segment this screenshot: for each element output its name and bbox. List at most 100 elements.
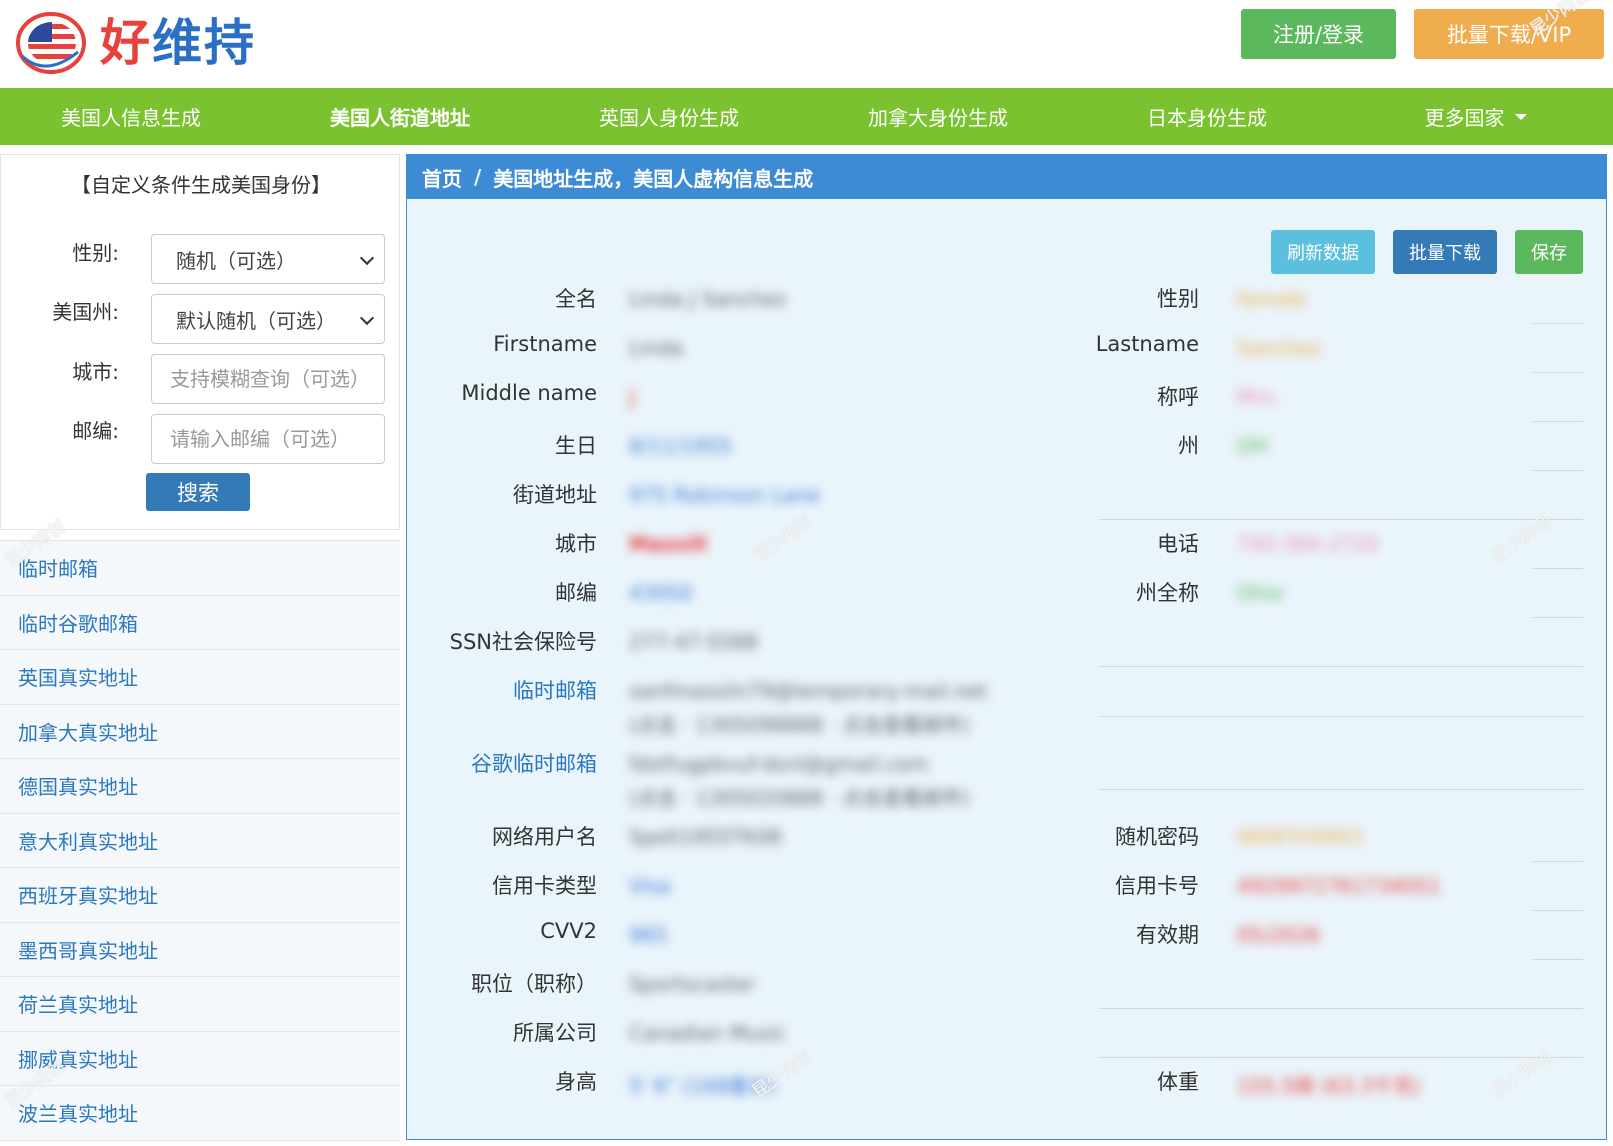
- nav-item-us-info[interactable]: 美国人信息生成: [0, 88, 262, 145]
- nav-item-uk-identity[interactable]: 英国人身份生成: [538, 88, 800, 145]
- phone-label: 电话: [1157, 532, 1199, 556]
- field-underline: [1533, 421, 1583, 422]
- job-value: Sportscaster: [629, 972, 756, 996]
- card-number-value: 4929972761734051: [1237, 874, 1441, 898]
- sidebar-link-list: 临时邮箱 临时谷歌邮箱 英国真实地址 加拿大真实地址 德国真实地址 意大利真实地…: [0, 540, 400, 1141]
- weight-label: 体重: [1157, 1070, 1199, 1094]
- watermark: 昆少网创: [1488, 511, 1557, 568]
- breadcrumb: 首页 / 美国地址生成，美国人虚构信息生成: [407, 155, 1606, 199]
- save-button[interactable]: 保存: [1515, 230, 1583, 274]
- nav-item-label: 日本身份生成: [1147, 106, 1267, 130]
- zip-field-label: 邮编: [555, 581, 597, 605]
- city-input[interactable]: [151, 354, 385, 404]
- nav-item-label: 美国人信息生成: [61, 106, 201, 130]
- username-value: Spelt1955TK08: [629, 825, 782, 849]
- company-label: 所属公司: [513, 1021, 597, 1045]
- weight-value: 155.5磅 (63.3千克): [1237, 1074, 1421, 1098]
- sidebar-item-poland-address[interactable]: 波兰真实地址: [0, 1086, 400, 1141]
- fullname-value: Linda J Sanchez: [629, 287, 787, 311]
- field-underline: [1099, 1008, 1583, 1009]
- birthday-value: 8/11/1955: [629, 434, 732, 458]
- card-type-label: 信用卡类型: [492, 874, 597, 898]
- state-select-value: 默认随机（可选）: [176, 308, 336, 333]
- state-select[interactable]: 默认随机（可选）: [151, 294, 385, 344]
- nav-item-us-street[interactable]: 美国人街道地址: [262, 88, 538, 145]
- sidebar-item-temp-gmail[interactable]: 临时谷歌邮箱: [0, 595, 400, 650]
- main-nav: 美国人信息生成 美国人街道地址 英国人身份生成 加拿大身份生成 日本身份生成 更…: [0, 88, 1613, 145]
- temp-email-link[interactable]: (点击 · 1305098888 · 点击查看邮件): [629, 709, 970, 738]
- site-logo[interactable]: 好维持: [16, 10, 256, 76]
- city-field-label: 城市: [555, 532, 597, 556]
- state-full-value: Ohio: [1237, 581, 1284, 605]
- city-value: Massill: [629, 532, 707, 556]
- sidebar-item-italy-address[interactable]: 意大利真实地址: [0, 813, 400, 868]
- chevron-down-icon: [359, 250, 375, 266]
- field-underline: [1533, 959, 1583, 960]
- card-number-label: 信用卡号: [1115, 874, 1199, 898]
- identity-result-panel: 首页 / 美国地址生成，美国人虚构信息生成 刷新数据 批量下载 保存 全名 Li…: [406, 154, 1607, 1140]
- search-panel-title: 【自定义条件生成美国身份】: [71, 173, 331, 197]
- field-underline: [1099, 716, 1583, 717]
- sidebar-item-temp-email[interactable]: 临时邮箱: [0, 541, 400, 596]
- field-underline: [1533, 861, 1583, 862]
- fullname-label: 全名: [555, 287, 597, 311]
- state-label: 美国州:: [52, 300, 119, 324]
- temp-email-value: sanfmassiln79@temporary-mail.net: [629, 679, 988, 703]
- sidebar-item-netherlands-address[interactable]: 荷兰真实地址: [0, 977, 400, 1032]
- sidebar-item-germany-address[interactable]: 德国真实地址: [0, 759, 400, 814]
- batch-download-vip-button[interactable]: 批量下载/VIP: [1414, 9, 1604, 59]
- firstname-value: Linda: [629, 336, 684, 360]
- street-label: 街道地址: [513, 483, 597, 507]
- phone-value: 740-384-2720: [1237, 532, 1379, 556]
- us-flag-logo-icon: [16, 12, 86, 74]
- field-underline: [1533, 470, 1583, 471]
- middlename-label: Middle name: [461, 381, 597, 405]
- nav-item-label: 英国人身份生成: [599, 106, 739, 130]
- gender-value: female: [1237, 287, 1306, 311]
- site-header: 好维持 注册/登录 批量下载/VIP 昆少网创: [0, 0, 1613, 88]
- middlename-value: J: [629, 385, 635, 409]
- nav-item-japan-identity[interactable]: 日本身份生成: [1076, 88, 1338, 145]
- batch-download-button[interactable]: 批量下载: [1393, 230, 1497, 274]
- nav-item-canada-identity[interactable]: 加拿大身份生成: [800, 88, 1076, 145]
- zip-input[interactable]: [151, 414, 385, 464]
- refresh-data-button[interactable]: 刷新数据: [1271, 230, 1375, 274]
- card-type-value: Visa: [629, 874, 671, 898]
- expiry-value: 05/2026: [1237, 923, 1321, 947]
- lastname-value: Sanchez: [1237, 336, 1322, 360]
- company-value: Canadian Music: [629, 1021, 787, 1045]
- temp-email-label[interactable]: 临时邮箱: [377, 675, 597, 705]
- watermark: 昆少网创: [1488, 1046, 1557, 1103]
- sidebar-item-mexico-address[interactable]: 墨西哥真实地址: [0, 922, 400, 977]
- sidebar-item-canada-address[interactable]: 加拿大真实地址: [0, 704, 400, 759]
- caret-down-icon: [1514, 113, 1527, 120]
- title-value: Mrs.: [1237, 385, 1280, 409]
- username-label: 网络用户名: [492, 825, 597, 849]
- gender-label: 性别:: [72, 241, 119, 265]
- sidebar-item-spain-address[interactable]: 西班牙真实地址: [0, 868, 400, 923]
- search-button[interactable]: 搜索: [146, 473, 250, 511]
- logo-text-part2: 维持: [152, 14, 256, 72]
- google-email-label[interactable]: 谷歌临时邮箱: [377, 748, 597, 778]
- breadcrumb-current: 美国地址生成，美国人虚构信息生成: [493, 166, 814, 191]
- field-underline: [1533, 568, 1583, 569]
- nav-item-more-countries[interactable]: 更多国家: [1338, 88, 1613, 145]
- logo-text: 好维持: [100, 18, 256, 68]
- nav-item-label: 加拿大身份生成: [868, 106, 1008, 130]
- chevron-down-icon: [359, 310, 375, 326]
- field-underline: [1533, 372, 1583, 373]
- gender-select[interactable]: 随机（可选）: [151, 234, 385, 284]
- sidebar-item-uk-address[interactable]: 英国真实地址: [0, 650, 400, 705]
- nav-item-label: 美国人街道地址: [330, 106, 470, 130]
- login-register-button[interactable]: 注册/登录: [1241, 9, 1396, 59]
- cvv-label: CVV2: [540, 919, 597, 943]
- state-full-label: 州全称: [1136, 581, 1199, 605]
- breadcrumb-home[interactable]: 首页: [422, 163, 462, 192]
- gender-select-value: 随机（可选）: [176, 248, 296, 273]
- lastname-label: Lastname: [1095, 332, 1199, 356]
- nav-item-label: 更多国家: [1424, 106, 1505, 130]
- zip-value: 43050: [629, 581, 693, 605]
- city-label: 城市:: [72, 360, 119, 384]
- google-email-link[interactable]: (点击 · 1305020888 · 点击查看邮件): [629, 782, 970, 811]
- field-underline: [1099, 1057, 1583, 1058]
